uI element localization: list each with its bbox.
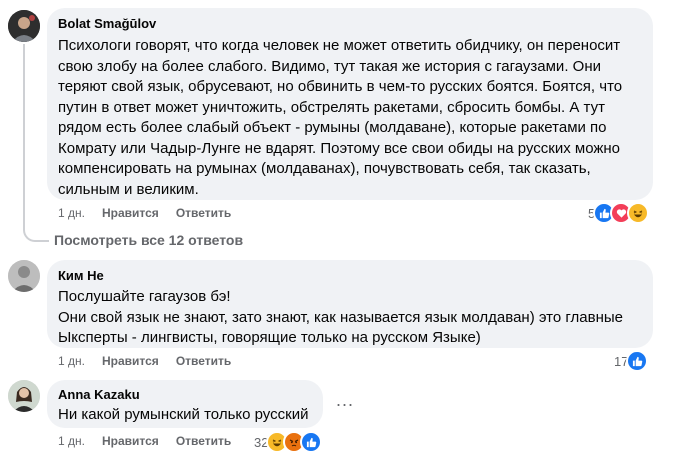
comment-line: рядом есть более слабый объект - румыны … (58, 119, 607, 136)
like-icon (626, 350, 649, 372)
thread-connector (23, 44, 49, 242)
avatar-kim[interactable] (8, 260, 40, 292)
comment-bubble: Anna Kazaku Ни какой румынский только ру… (47, 380, 323, 428)
reply-button[interactable]: Ответить (176, 433, 231, 449)
reactions-summary[interactable]: 32 (254, 431, 323, 453)
avatar-anna[interactable] (8, 380, 40, 412)
reactions-summary[interactable]: 17 (614, 350, 649, 372)
comment-time[interactable]: 1 дн. (58, 205, 85, 221)
more-options-button[interactable]: ... (336, 390, 354, 411)
comment-text: Ни какой румынский только русский (58, 405, 312, 426)
comment-author[interactable]: Ким Не (58, 267, 642, 284)
comment-line: Они свой язык не знают, зато знают, как … (58, 308, 624, 326)
comment-author[interactable]: Bolat Smağūlov (58, 15, 642, 32)
view-replies-link[interactable]: Посмотреть все 12 ответов (54, 231, 243, 249)
comment-bubble: Ким Не Послушайте гагаузов бэ! Они свой … (47, 260, 653, 348)
comment-line: Послушайте гагаузов бэ! (58, 288, 231, 305)
comment-line: Комрату или Чадыр-Лунге не вдарят. Поэто… (58, 139, 621, 157)
comment-author[interactable]: Anna Kazaku (58, 386, 312, 403)
comment-bubble: Bolat Smağūlov Психологи говорят, что ко… (47, 8, 653, 200)
comment-time[interactable]: 1 дн. (58, 353, 85, 369)
like-button[interactable]: Нравится (102, 205, 159, 221)
reply-button[interactable]: Ответить (176, 353, 231, 369)
comment-line: Психологи говорят, что когда человек не … (58, 37, 621, 54)
reply-button[interactable]: Ответить (176, 205, 231, 221)
comment-line: сильным и великим. (58, 180, 199, 198)
like-button[interactable]: Нравится (102, 433, 159, 449)
comment-actions: 1 дн. Нравится Ответить (58, 433, 231, 449)
haha-icon (627, 202, 650, 224)
comment-text: Послушайте гагаузов бэ! Они свой язык не… (58, 287, 642, 349)
comment-actions: 1 дн. Нравится Ответить (58, 205, 231, 221)
comment-line: Ыксперты - лингвисты, говорящие только н… (58, 329, 481, 346)
comment-actions: 1 дн. Нравится Ответить (58, 353, 231, 369)
avatar-bolat[interactable] (8, 10, 40, 42)
like-icon (300, 431, 323, 453)
reactions-summary[interactable]: 5 (588, 202, 650, 224)
comment-line: свою злобу на более слабого. Видимо, тут… (58, 57, 601, 75)
comment-line: путин в ответ может уничтожить, обстреля… (58, 98, 605, 116)
comment-line: компенсировать на румынах (молдаванах), … (58, 160, 591, 177)
comment-time[interactable]: 1 дн. (58, 433, 85, 449)
comment-line: Ни какой румынский только русский (58, 406, 309, 423)
like-button[interactable]: Нравится (102, 353, 159, 369)
comment-line: теряют свой язык, обрусевают, но обвинит… (58, 78, 623, 95)
comment-text: Психологи говорят, что когда человек не … (58, 36, 642, 200)
